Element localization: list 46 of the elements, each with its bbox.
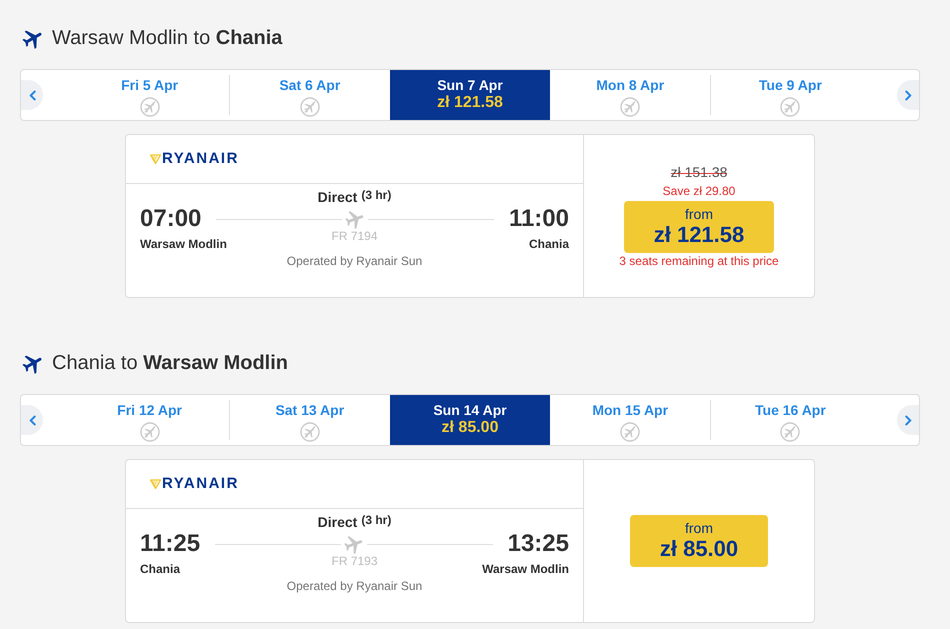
chevron-left-icon: [28, 90, 36, 100]
select-price-button[interactable]: from zł 85.00: [630, 515, 768, 567]
saving-note: Save zł 29.80: [662, 184, 736, 198]
triangle-logo-icon: [150, 479, 161, 489]
next-dates-button[interactable]: [897, 405, 919, 435]
chevron-right-icon: [904, 414, 912, 426]
date-tab[interactable]: Sun 7 Apr zł 121.58: [390, 70, 550, 120]
select-price-button[interactable]: from zł 121.58: [624, 201, 774, 253]
flight-number: FR 7194: [331, 229, 378, 243]
airplane-icon: [344, 534, 364, 554]
departure-airport: Chania: [140, 562, 180, 576]
triangle-logo-icon: [150, 154, 161, 164]
crossed-plane-icon: [300, 97, 320, 117]
arrival-airport: Warsaw Modlin: [482, 562, 569, 576]
arrival-airport: Chania: [528, 237, 569, 251]
stops-label: Direct: [318, 189, 358, 205]
seats-note: 3 seats remaining at this price: [619, 254, 779, 268]
route-title: Warsaw Modlin to Chania: [52, 26, 282, 51]
flight-number: FR 7193: [331, 554, 378, 568]
next-dates-button[interactable]: [897, 80, 919, 110]
crossed-plane-icon: [620, 97, 640, 117]
crossed-plane-icon: [140, 422, 160, 442]
arrival-time: 13:25: [508, 530, 569, 558]
operator-note: Operated by Ryanair Sun: [286, 579, 422, 593]
departure-time: 07:00: [140, 205, 202, 233]
arrival-time: 11:00: [508, 205, 569, 233]
previous-dates-button[interactable]: [21, 405, 43, 435]
airplane-icon: [345, 209, 366, 229]
airline-name: RYANAIR: [162, 476, 239, 492]
crossed-plane-icon: [780, 422, 800, 442]
stops-label: Direct: [318, 514, 358, 530]
crossed-plane-icon: [140, 97, 160, 117]
chevron-right-icon: [904, 90, 912, 100]
date-tab[interactable]: Sun 14 Apr zł 85.00: [390, 395, 550, 445]
crossed-plane-icon: [780, 97, 800, 117]
operator-note: Operated by Ryanair Sun: [286, 254, 422, 268]
duration-label: (3 hr): [361, 189, 392, 201]
departure-time: 11:25: [140, 530, 200, 558]
crossed-plane-icon: [620, 422, 640, 442]
route-title: Chania to Warsaw Modlin: [52, 351, 288, 376]
crossed-plane-icon: [300, 422, 320, 442]
airline-name: RYANAIR: [162, 151, 239, 167]
previous-dates-button[interactable]: [21, 80, 43, 110]
chevron-left-icon: [28, 414, 36, 426]
departure-airport: Warsaw Modlin: [140, 237, 227, 251]
duration-label: (3 hr): [361, 514, 392, 526]
